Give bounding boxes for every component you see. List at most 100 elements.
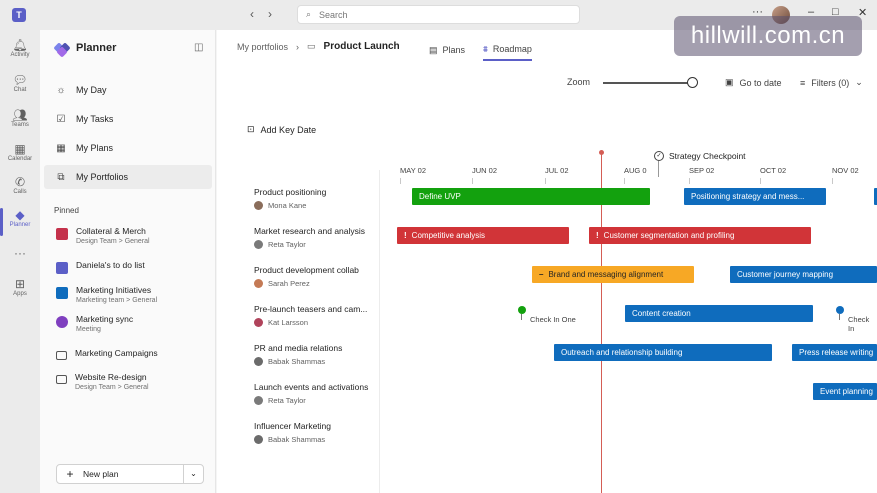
tab-plans[interactable]: ▤ Plans <box>429 39 465 61</box>
plan-title: Collateral & Merch <box>76 226 146 236</box>
plan-title: Marketing Campaigns <box>75 348 158 358</box>
collapse-sidebar-icon[interactable]: ◫ <box>194 42 203 53</box>
task-bar[interactable]: Define UVP <box>412 188 650 205</box>
breadcrumb-parent[interactable]: My portfolios <box>237 42 288 52</box>
owner-name: Sarah Perez <box>268 279 310 288</box>
nav-item-my-portfolios[interactable]: ⧉ My Portfolios <box>44 165 212 189</box>
rail-item-calls[interactable]: ✆ Calls <box>0 175 40 195</box>
pinned-plan[interactable]: Daniela's to do list <box>56 260 145 274</box>
calendar-icon: ▣ <box>725 77 734 87</box>
owner-name: Reta Taylor <box>268 396 306 405</box>
task-bar[interactable]: Positioning strategy and mess... <box>684 188 826 205</box>
add-key-date-label: Add Key Date <box>260 124 317 135</box>
pinned-plan[interactable]: Collateral & Merch Design Team > General <box>56 226 150 245</box>
pinned-plan[interactable]: Marketing Initiatives Marketing team > G… <box>56 285 157 304</box>
nav-item-my-plans[interactable]: ▦ My Plans <box>54 136 113 160</box>
task-bar[interactable]: Event planning <box>813 383 877 400</box>
task-bar[interactable]: – Brand and messaging alignment <box>532 266 694 283</box>
tab-label: Roadmap <box>492 44 532 54</box>
task-bar[interactable]: Press release writing <box>792 344 877 361</box>
in-progress-icon: – <box>539 270 544 279</box>
chevron-down-icon[interactable]: ⌄ <box>183 465 203 483</box>
nav-item-my-day[interactable]: ☼ My Day <box>54 78 106 102</box>
bar-label: Press release writing <box>799 348 874 357</box>
plan-title: Website Re-design <box>75 372 147 382</box>
zoom-label: Zoom <box>567 77 591 87</box>
task-bar[interactable]: ! Customer segmentation and profiling <box>589 227 811 244</box>
row-owner: Kat Larsson <box>254 318 367 327</box>
nav-label: My Plans <box>76 143 114 153</box>
pinned-plan[interactable]: Marketing Campaigns <box>56 348 158 360</box>
planner-sidebar: Planner ◫ ☼ My Day ☑ My Tasks ▦ My Plans… <box>40 30 216 493</box>
rail-item-teams[interactable]: 👥︎ Teams <box>0 108 40 128</box>
plan-title: Daniela's to do list <box>76 260 145 270</box>
milestone[interactable] <box>836 306 844 320</box>
plan-subtitle: Marketing team > General <box>76 297 158 304</box>
folder-icon: ▭ <box>307 41 316 51</box>
owner-name: Babak Shammas <box>268 435 326 444</box>
watermark: hillwill.com.cn <box>674 16 862 56</box>
task-bar[interactable]: ! Competitive analysis <box>397 227 569 244</box>
apps-icon: ⊞ <box>14 277 26 291</box>
rail-label: Planner <box>9 222 31 228</box>
bar-label: Brand and messaging alignment <box>548 270 664 279</box>
roadmap-row[interactable]: Influencer Marketing Babak Shammas <box>254 421 331 444</box>
pinned-heading: Pinned <box>54 206 79 215</box>
search-input[interactable]: ⌕ Search <box>297 5 580 24</box>
add-key-date-button[interactable]: ⊡ Add Key Date <box>247 124 316 135</box>
back-icon[interactable]: ‹ <box>250 7 254 21</box>
rail-item-chat[interactable]: 💬︎ Chat <box>0 73 40 93</box>
rail-item-activity[interactable]: 🔔︎ Activity <box>0 38 40 58</box>
warning-icon: ! <box>596 231 599 240</box>
row-title: Product development collab <box>254 265 359 275</box>
milestone[interactable] <box>518 306 526 320</box>
zoom-slider-thumb[interactable] <box>687 77 698 88</box>
roadmap-row[interactable]: PR and media relations Babak Shammas <box>254 343 342 366</box>
task-bar[interactable]: Content creation <box>625 305 813 322</box>
rail-item-planner[interactable]: ◆ Planner <box>0 208 40 236</box>
row-title: Product positioning <box>254 187 327 197</box>
row-owner: Reta Taylor <box>254 240 365 249</box>
search-icon: ⌕ <box>306 9 312 19</box>
rail-label: Teams <box>11 122 29 128</box>
roadmap-row[interactable]: Product positioning Mona Kane <box>254 187 326 210</box>
task-bar[interactable]: Outreach and relationship building <box>554 344 772 361</box>
filters-button[interactable]: ≡ Filters (0) ⌄ <box>800 77 863 88</box>
plan-title: Marketing Initiatives <box>76 285 152 295</box>
new-plan-label: New plan <box>83 469 119 479</box>
filters-label: Filters (0) <box>811 77 850 88</box>
zoom-slider[interactable] <box>603 82 693 84</box>
row-title: Pre-launch teasers and cam... <box>254 304 368 314</box>
forward-icon[interactable]: › <box>268 7 272 21</box>
warning-icon: ! <box>404 231 407 240</box>
owner-name: Babak Shammas <box>268 357 326 366</box>
timeline-month: MAY 02 <box>400 166 426 184</box>
nav-item-my-tasks[interactable]: ☑ My Tasks <box>54 107 114 131</box>
avatar <box>254 240 263 249</box>
nav-label: My Portfolios <box>76 172 129 182</box>
bell-icon: 🔔︎ <box>12 38 28 52</box>
plan-icon <box>56 287 68 299</box>
planner-icon: ◆ <box>15 208 25 222</box>
roadmap-icon: ⩩ <box>483 43 488 54</box>
roadmap-row[interactable]: Product development collab Sarah Perez <box>254 265 359 288</box>
rail-item-more[interactable]: ··· <box>0 246 40 260</box>
pinned-plan[interactable]: Website Re-design Design Team > General <box>56 372 149 391</box>
pinned-plan[interactable]: Marketing sync Meeting <box>56 314 133 333</box>
task-bar[interactable]: Customer journey mapping <box>730 266 877 283</box>
bar-label: Competitive analysis <box>411 231 486 240</box>
key-date-checkpoint[interactable]: ✓ Strategy Checkpoint <box>654 151 746 177</box>
chevron-down-icon: ⌄ <box>855 77 863 87</box>
roadmap-row[interactable]: Pre-launch teasers and cam... Kat Larsso… <box>254 304 367 327</box>
tab-roadmap[interactable]: ⩩ Roadmap <box>483 39 532 61</box>
sidebar-header: Planner <box>53 40 116 58</box>
go-to-date-button[interactable]: ▣ Go to date <box>725 77 782 88</box>
sun-icon: ☼ <box>56 84 66 96</box>
rail-item-apps[interactable]: ⊞ Apps <box>0 277 40 297</box>
filter-icon: ≡ <box>800 77 806 88</box>
breadcrumb: My portfolios › ▭ Product Launch <box>237 41 400 52</box>
roadmap-row[interactable]: Market research and analysis Reta Taylor <box>254 226 365 249</box>
new-plan-button[interactable]: + New plan ⌄ <box>56 464 204 484</box>
roadmap-row[interactable]: Launch events and activations Reta Taylo… <box>254 382 368 405</box>
rail-item-calendar[interactable]: ▦ Calendar <box>0 142 40 162</box>
